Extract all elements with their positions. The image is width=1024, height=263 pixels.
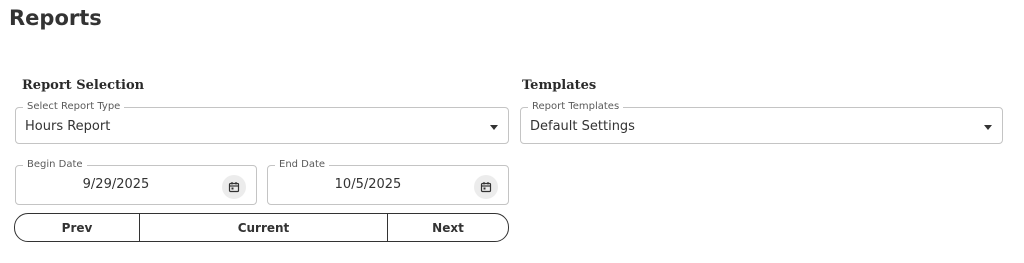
end-date-field[interactable]: End Date 10/5/2025 [267, 158, 509, 205]
end-date-value: 10/5/2025 [334, 177, 402, 192]
page-title: Reports [9, 6, 102, 30]
next-button[interactable]: Next [387, 214, 508, 241]
begin-date-picker-button[interactable] [222, 175, 246, 199]
current-button[interactable]: Current [139, 214, 387, 241]
end-date-picker-button[interactable] [474, 175, 498, 199]
end-date-label: End Date [275, 158, 330, 172]
report-templates-select[interactable]: Report Templates Default Settings [520, 100, 1003, 144]
prev-button[interactable]: Prev [15, 214, 139, 241]
report-selection-heading: Report Selection [22, 78, 145, 93]
caret-down-icon [984, 125, 992, 130]
report-type-label: Select Report Type [23, 100, 125, 114]
report-type-select[interactable]: Select Report Type Hours Report [15, 100, 509, 144]
date-navigation-group: Prev Current Next [14, 213, 509, 242]
calendar-icon [480, 182, 492, 193]
begin-date-field[interactable]: Begin Date 9/29/2025 [15, 158, 257, 205]
report-type-value: Hours Report [25, 119, 111, 134]
begin-date-label: Begin Date [23, 158, 87, 172]
report-templates-value: Default Settings [530, 119, 635, 134]
calendar-icon [228, 182, 240, 193]
templates-heading: Templates [522, 78, 597, 93]
begin-date-value: 9/29/2025 [82, 177, 150, 192]
caret-down-icon [490, 125, 498, 130]
report-templates-label: Report Templates [528, 100, 624, 114]
